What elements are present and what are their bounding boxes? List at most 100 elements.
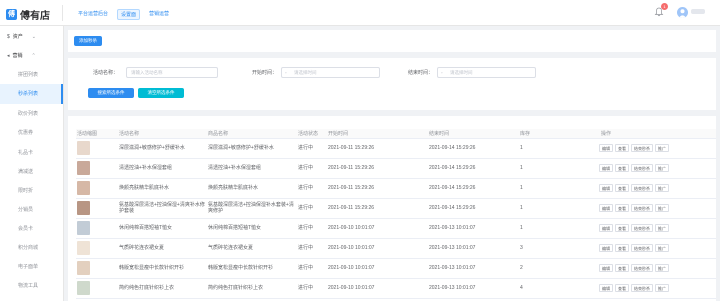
start-time: 2021-09-10 10:01:07 <box>328 265 375 271</box>
sidebar-group-marketing[interactable]: ◂ 营销 ⌃ <box>7 52 36 60</box>
edit-button[interactable]: 编辑 <box>599 244 613 252</box>
column-header: 库存 <box>519 129 561 139</box>
sidebar-item-discount[interactable]: 满减送 <box>0 162 63 182</box>
view-button[interactable]: 查看 <box>615 264 629 272</box>
edit-button[interactable]: 编辑 <box>599 184 613 192</box>
sidebar-item-groupbuy[interactable]: 拼团列表 <box>0 65 63 85</box>
end-flashsale-button[interactable]: 结束秒杀 <box>631 184 653 192</box>
product-thumbnail[interactable] <box>77 241 90 255</box>
edit-button[interactable]: 编辑 <box>599 284 613 292</box>
logo-text: 傅有店 <box>20 11 50 22</box>
sidebar-item-waybill[interactable]: 电子面单 <box>0 257 63 277</box>
clear-filters-button[interactable]: 清空所选条件 <box>138 88 184 98</box>
avatar[interactable] <box>677 7 688 18</box>
promote-button[interactable]: 推广 <box>655 264 669 272</box>
promote-button[interactable]: 推广 <box>655 284 669 292</box>
stock-count: 1 <box>520 145 523 151</box>
promote-button[interactable]: 推广 <box>655 164 669 172</box>
end-flashsale-button[interactable]: 结束秒杀 <box>631 244 653 252</box>
end-flashsale-button[interactable]: 结束秒杀 <box>631 264 653 272</box>
table-row: 韩版宽松显瘦中长款针织开衫 韩版宽松显瘦中长款针织开衫 进行中 2021-09-10 … <box>76 258 716 279</box>
promote-button[interactable]: 推广 <box>655 244 669 252</box>
section-divider <box>68 110 716 116</box>
product-name: 深层滋润+敏感修护+舒缓补水 <box>208 145 274 151</box>
status-badge: 进行中 <box>298 265 314 271</box>
end-flashsale-button[interactable]: 结束秒杀 <box>631 144 653 152</box>
logo[interactable]: 傅 傅有店 <box>6 7 50 22</box>
search-button[interactable]: 搜索所选条件 <box>88 88 134 98</box>
promote-button[interactable]: 推广 <box>655 184 669 192</box>
edit-button[interactable]: 编辑 <box>599 204 613 212</box>
end-flashsale-button[interactable]: 结束秒杀 <box>631 224 653 232</box>
view-button[interactable]: 查看 <box>615 224 629 232</box>
row-actions: 编辑 查看 结束秒杀 推广 <box>599 164 716 172</box>
sidebar-group-assets[interactable]: $ 资产 ⌄ <box>7 33 36 41</box>
edit-button[interactable]: 编辑 <box>599 164 613 172</box>
sidebar-item-giftcard[interactable]: 礼品卡 <box>0 143 63 163</box>
top-bar: 傅 傅有店 平台运营后台 设置面 营销运营 1 <box>0 0 720 26</box>
end-flashsale-button[interactable]: 结束秒杀 <box>631 284 653 292</box>
view-button[interactable]: 查看 <box>615 204 629 212</box>
activity-name: 气质碎花连衣裙女夏 <box>119 245 165 251</box>
product-thumbnail[interactable] <box>77 281 90 295</box>
start-time: 2021-09-10 10:01:07 <box>328 285 375 291</box>
activity-name: 休闲纯棉百搭短袖T恤女 <box>119 225 173 231</box>
promote-button[interactable]: 推广 <box>655 224 669 232</box>
sidebar-item-distributor[interactable]: 分销员 <box>0 200 63 220</box>
table-row: 简约纯色打底针织衫上衣 简约纯色打底针织衫上衣 进行中 2021-09-10 10:0… <box>76 278 716 299</box>
product-thumbnail[interactable] <box>77 261 90 275</box>
activity-name: 清透控油+补水保湿套组 <box>119 165 172 171</box>
notification-badge: 1 <box>661 3 668 10</box>
column-header: 活动名称 <box>118 129 207 139</box>
user-icon <box>678 9 687 18</box>
product-thumbnail[interactable] <box>77 181 90 195</box>
column-header: 商品名称 <box>207 129 297 139</box>
row-actions: 编辑 查看 结束秒杀 推广 <box>599 204 716 212</box>
start-time: 2021-09-11 15:29:26 <box>328 145 375 151</box>
flashsale-table: 活动缩图 活动名称 商品名称 活动状态 开始时间 结束时间 库存 操作 深层滋润… <box>76 129 716 299</box>
row-actions: 编辑 查看 结束秒杀 推广 <box>599 144 716 152</box>
sidebar-item-bargain[interactable]: 砍价列表 <box>0 104 63 124</box>
calendar-icon: ▫ <box>441 70 443 75</box>
end-time: 2021-09-14 15:29:26 <box>429 165 476 171</box>
sidebar-item-logistics[interactable]: 物流工具 <box>0 276 63 296</box>
promote-button[interactable]: 推广 <box>655 204 669 212</box>
activity-name-input[interactable]: 请输入活动名称 <box>126 67 218 78</box>
activity-name: 简约纯色打底针织衫上衣 <box>119 285 175 291</box>
edit-button[interactable]: 编辑 <box>599 264 613 272</box>
top-nav-platform[interactable]: 平台运营后台 <box>75 9 111 20</box>
view-button[interactable]: 查看 <box>615 184 629 192</box>
product-thumbnail[interactable] <box>77 201 90 215</box>
product-thumbnail[interactable] <box>77 161 90 175</box>
product-thumbnail[interactable] <box>77 141 90 155</box>
sidebar-item-timed[interactable]: 限时折 <box>0 181 63 201</box>
end-time-placeholder: 请选择时间 <box>450 70 473 75</box>
sidebar-item-flashsale[interactable]: 秒杀列表 <box>0 84 63 104</box>
view-button[interactable]: 查看 <box>615 244 629 252</box>
edit-button[interactable]: 编辑 <box>599 144 613 152</box>
chevron-up-icon: ⌃ <box>31 52 36 59</box>
row-actions: 编辑 查看 结束秒杀 推广 <box>599 224 716 232</box>
user-name-placeholder[interactable] <box>691 9 705 14</box>
stock-count: 1 <box>520 205 523 211</box>
edit-button[interactable]: 编辑 <box>599 224 613 232</box>
end-time-picker[interactable]: ▫ 请选择时间 <box>437 67 536 78</box>
add-flashsale-button[interactable]: 添加秒杀 <box>74 36 102 46</box>
stock-count: 3 <box>520 245 523 251</box>
end-flashsale-button[interactable]: 结束秒杀 <box>631 204 653 212</box>
promote-button[interactable]: 推广 <box>655 144 669 152</box>
top-nav-marketing[interactable]: 营销运营 <box>146 9 172 20</box>
view-button[interactable]: 查看 <box>615 284 629 292</box>
sidebar-item-points[interactable]: 积分商城 <box>0 238 63 258</box>
sidebar-item-membercard[interactable]: 会员卡 <box>0 219 63 239</box>
product-thumbnail[interactable] <box>77 221 90 235</box>
view-button[interactable]: 查看 <box>615 164 629 172</box>
status-badge: 进行中 <box>298 225 314 231</box>
top-nav-settings[interactable]: 设置面 <box>117 9 141 20</box>
start-time: 2021-09-11 15:29:26 <box>328 205 375 211</box>
view-button[interactable]: 查看 <box>615 144 629 152</box>
end-flashsale-button[interactable]: 结束秒杀 <box>631 164 653 172</box>
sidebar-item-coupon[interactable]: 优惠券 <box>0 123 63 143</box>
stock-count: 1 <box>520 165 523 171</box>
start-time-picker[interactable]: ▫ 请选择时间 <box>281 67 380 78</box>
